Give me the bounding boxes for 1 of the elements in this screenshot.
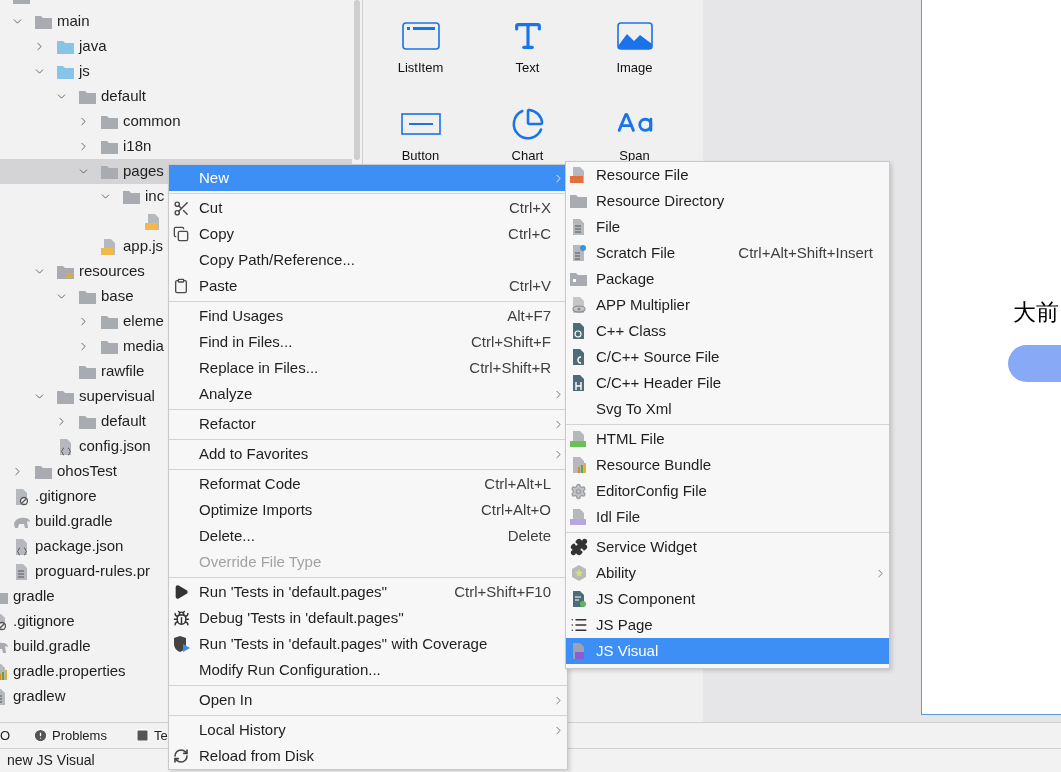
status-message: new JS Visual [7, 751, 95, 770]
